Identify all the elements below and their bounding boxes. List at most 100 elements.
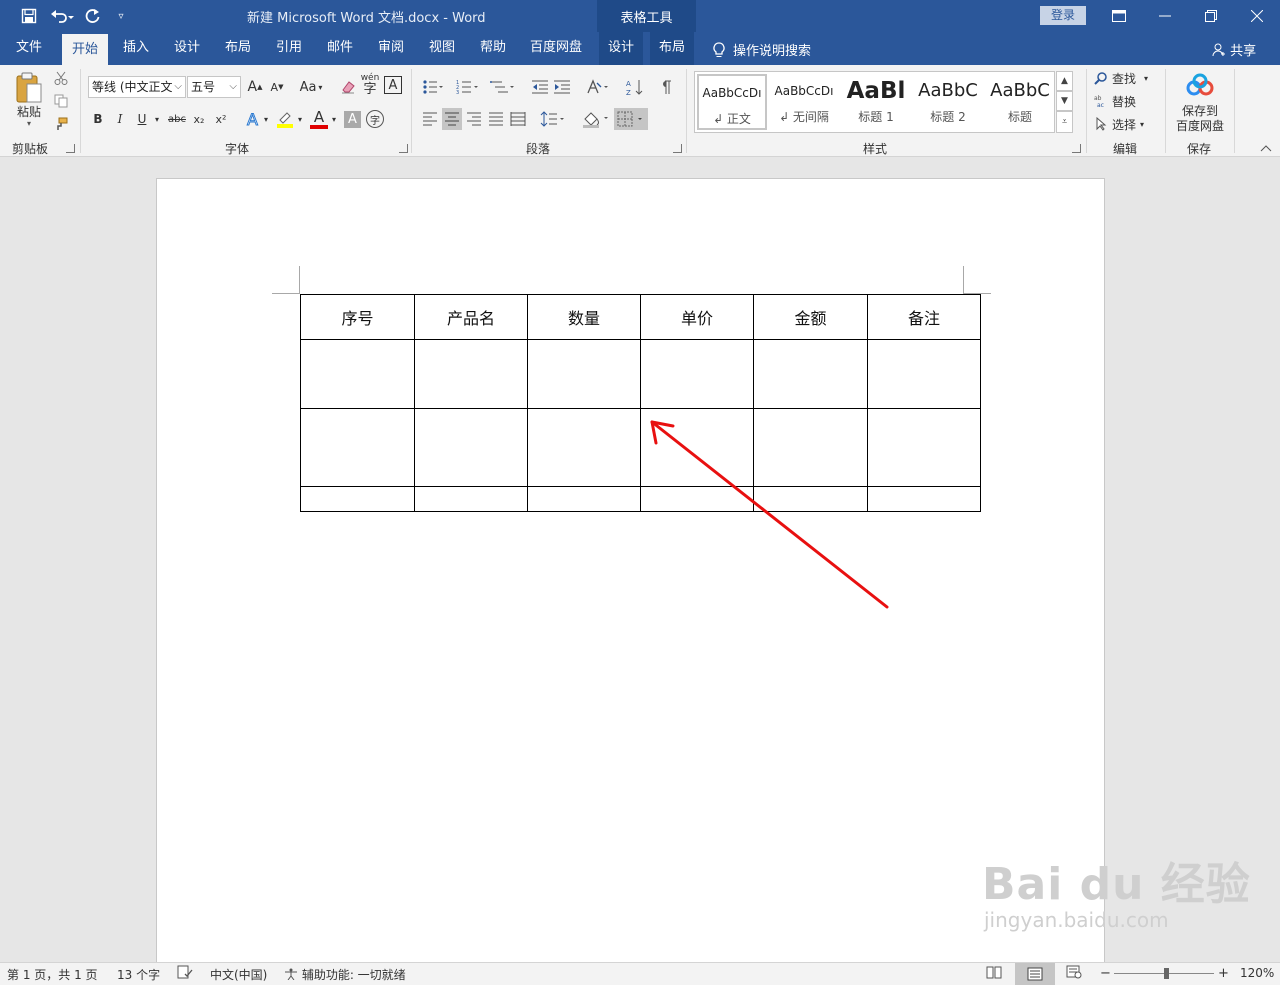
undo-icon[interactable] [48,6,76,26]
justify-icon[interactable] [486,108,506,130]
highlight-icon[interactable] [274,108,296,130]
find-button[interactable]: 查找 ▾ [1094,69,1158,87]
table-cell[interactable] [527,486,641,512]
grow-font-icon[interactable]: A ▲ [246,76,264,98]
clipboard-dialog-launcher-icon[interactable] [66,144,75,153]
cut-icon[interactable] [52,69,70,87]
ribbon-display-options-icon[interactable] [1096,0,1142,32]
table-header-cell[interactable]: 金额 [753,294,868,340]
align-right-icon[interactable] [464,108,484,130]
font-color-dropdown-icon[interactable]: ▾ [330,108,338,130]
decrease-indent-icon[interactable] [530,76,550,98]
table-cell[interactable] [300,339,415,409]
redo-icon[interactable] [84,6,102,26]
style-heading-1[interactable]: AaBl 标题 1 [841,74,911,130]
zoom-out-icon[interactable]: − [1100,966,1111,981]
superscript-button[interactable]: x² [212,108,230,130]
customize-qat-icon[interactable]: ▿ [114,6,128,26]
zoom-slider-thumb[interactable] [1163,968,1169,979]
table-cell[interactable] [640,339,754,409]
table-cell[interactable] [300,486,415,512]
shrink-font-icon[interactable]: A ▼ [268,76,286,98]
web-layout-icon[interactable] [1066,965,1082,982]
tab-view[interactable]: 视图 [420,32,464,65]
tab-references[interactable]: 引用 [267,32,311,65]
tell-me-search[interactable]: 操作说明搜索 [713,40,811,59]
login-button[interactable]: 登录 [1040,6,1086,25]
font-name-select[interactable]: 等线 (中文正文) ⌵ [88,76,186,98]
character-shading-icon[interactable]: A [344,111,361,128]
gallery-scroll-down-icon[interactable]: ▼ [1056,91,1073,111]
accessibility-status[interactable]: 辅助功能: 一切就绪 [284,966,406,983]
bold-button[interactable]: B [90,108,106,130]
paste-dropdown-icon[interactable]: ▾ [24,119,34,128]
shading-icon[interactable] [580,108,612,130]
replace-button[interactable]: ab ac 替换 [1094,92,1144,110]
align-center-icon[interactable] [442,108,462,130]
save-to-netdisk-line1[interactable]: 保存到 [1174,103,1226,118]
style-no-spacing[interactable]: AaBbCcDı ↲ 无间隔 [769,74,839,130]
tab-table-design[interactable]: 设计 [599,32,643,65]
tab-table-layout[interactable]: 布局 [650,32,694,65]
underline-dropdown-icon[interactable]: ▾ [152,108,162,130]
tab-layout[interactable]: 布局 [216,32,260,65]
table-header-cell[interactable]: 序号 [300,294,415,340]
font-size-select[interactable]: 五号 ⌵ [187,76,241,98]
language-indicator[interactable]: 中文(中国) [210,966,267,983]
multilevel-list-icon[interactable] [488,76,518,98]
distributed-icon[interactable] [508,108,528,130]
page-count[interactable]: 第 1 页，共 1 页 [7,966,98,983]
table-cell[interactable] [300,408,415,487]
read-mode-icon[interactable] [986,965,1002,982]
table-cell[interactable] [867,339,981,409]
borders-icon[interactable] [614,108,648,130]
numbering-icon[interactable]: 123 [454,76,482,98]
tab-home[interactable]: 开始 [62,34,108,65]
save-icon[interactable] [18,6,40,26]
increase-indent-icon[interactable] [552,76,572,98]
paste-button[interactable]: 粘贴 [12,103,46,119]
show-marks-icon[interactable] [656,76,676,98]
sort-icon[interactable]: AZ [624,76,646,98]
italic-button[interactable]: I [112,108,128,130]
format-painter-icon[interactable] [52,115,70,133]
document-page[interactable]: 序号 产品名 数量 单价 金额 备注 [156,178,1105,963]
character-border-icon[interactable]: A [384,76,402,94]
copy-icon[interactable] [52,92,70,110]
font-dialog-launcher-icon[interactable] [399,144,408,153]
style-heading-2[interactable]: AaBbC 标题 2 [913,74,983,130]
highlight-dropdown-icon[interactable]: ▾ [296,108,304,130]
phonetic-guide-icon[interactable]: wén 字 [360,73,380,97]
close-icon[interactable] [1234,0,1280,32]
table-cell[interactable] [414,486,528,512]
table-header-cell[interactable]: 备注 [867,294,981,340]
paste-icon[interactable] [12,69,46,105]
share-button[interactable]: 共享 [1212,40,1256,59]
table-header-cell[interactable]: 数量 [527,294,641,340]
gallery-more-icon[interactable]: ⩡ [1056,111,1073,133]
underline-button[interactable]: U [134,108,150,130]
style-title[interactable]: AaBbC 标题 [985,74,1055,130]
tab-help[interactable]: 帮助 [471,32,515,65]
baidu-netdisk-icon[interactable] [1184,71,1216,101]
text-effects-dropdown-icon[interactable]: ▾ [262,108,270,130]
table-cell[interactable] [414,408,528,487]
clear-formatting-icon[interactable] [338,76,358,98]
styles-dialog-launcher-icon[interactable] [1072,144,1081,153]
tab-file[interactable]: 文件 [6,32,52,65]
change-case-button[interactable]: Aa ▾ [296,76,326,98]
table-cell[interactable] [414,339,528,409]
zoom-in-icon[interactable]: + [1218,966,1229,981]
table-cell[interactable] [527,408,641,487]
minimize-icon[interactable] [1142,0,1188,32]
font-color-icon[interactable]: A [308,108,330,130]
bullets-icon[interactable] [420,76,446,98]
style-normal[interactable]: AaBbCcDı ↲ 正文 [697,74,767,130]
tab-insert[interactable]: 插入 [114,32,158,65]
table-header-cell[interactable]: 产品名 [414,294,528,340]
save-to-netdisk-line2[interactable]: 百度网盘 [1172,118,1228,133]
proofing-icon[interactable] [177,965,193,982]
subscript-button[interactable]: x₂ [190,108,208,130]
paragraph-dialog-launcher-icon[interactable] [673,144,682,153]
tab-design[interactable]: 设计 [165,32,209,65]
